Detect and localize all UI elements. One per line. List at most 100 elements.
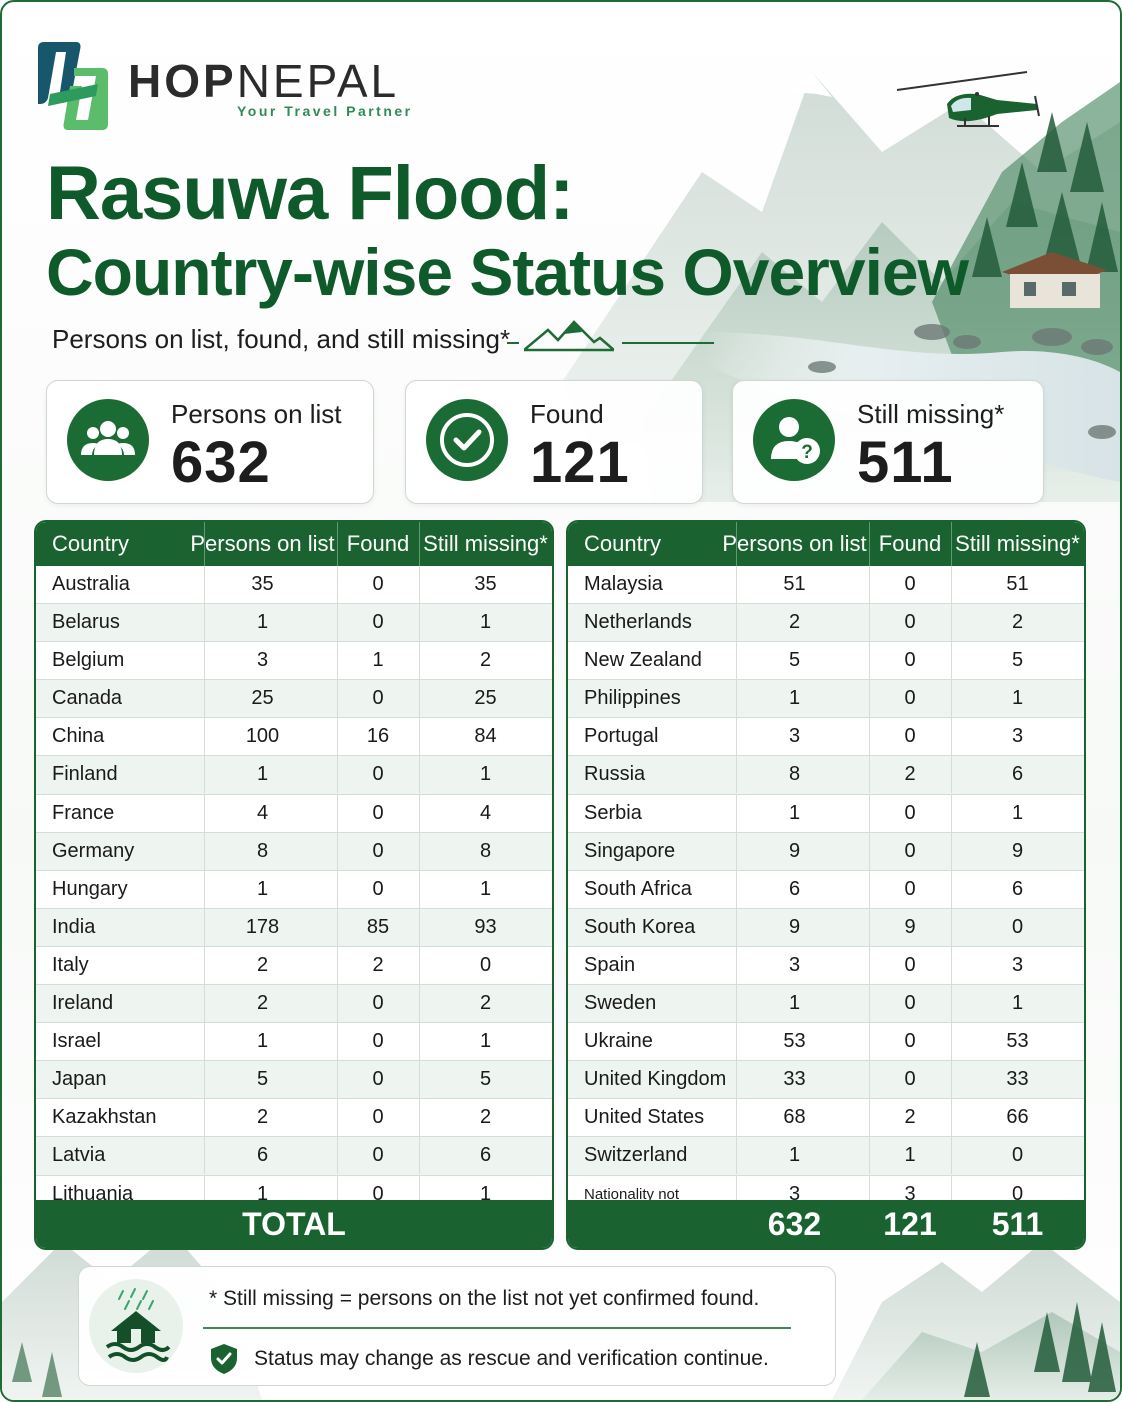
cell-found: 0 [337,794,420,832]
cell-missing: 1 [1011,801,1024,824]
header-country: Country [568,522,737,566]
table-row: Latvia 6 0 6 [36,1137,552,1176]
cell-found: 0 [869,870,952,908]
cell-country: Australia [36,566,205,603]
cell-persons: 6 [720,870,870,908]
subtitle-dash [507,342,519,344]
svg-text:?: ? [801,442,813,463]
table-row: India 178 85 93 [36,908,552,947]
cell-found: 0 [869,604,952,642]
header-found: Found [337,522,420,566]
cell-missing: 3 [1011,725,1024,748]
cell-found: 0 [869,1023,952,1061]
flood-house-icon [89,1279,183,1373]
shield-check-icon [211,1344,237,1374]
table-row: Ireland 2 0 2 [36,985,552,1024]
helicopter-illustration [896,71,1040,127]
cell-country: Latvia [36,1137,205,1175]
table-row: Israel 1 0 1 [36,1023,552,1062]
total-missing: 511 [991,1206,1044,1242]
header-missing: Still missing* [423,531,548,556]
cell-persons: 1 [720,1137,870,1175]
table-row: United States 68 2 66 [568,1099,1084,1138]
cell-persons: 5 [188,1061,338,1099]
page-subtitle: Persons on list, found, and still missin… [52,324,511,354]
cell-country: Belgium [36,642,205,680]
table-row: Kazakhstan 2 0 2 [36,1099,552,1138]
cell-persons: 2 [188,946,338,984]
subtitle-line [622,342,714,344]
cell-missing: 33 [1006,1068,1029,1091]
page-title-line2: Country-wise Status Overview [46,235,969,309]
cell-found: 0 [869,680,952,718]
card-still-missing: ? Still missing* 511 [732,380,1044,504]
table-body: Australia 35 0 35 Belarus 1 0 1 Belgium 3 1 2 Canada… [36,566,552,1214]
cell-found: 0 [869,946,952,984]
cell-persons: 1 [188,756,338,794]
cell-missing: 1 [1011,992,1024,1015]
person-question-icon: ? [753,399,835,481]
table-row: New Zealand 5 0 5 [568,642,1084,681]
cell-missing: 66 [1006,1106,1029,1129]
cell-country: Italy [36,946,205,984]
card-label: Still missing* [857,399,1005,429]
cell-country: China [36,718,205,756]
cell-persons: 2 [720,604,870,642]
table-row: Malaysia 51 0 51 [568,566,1084,605]
cell-persons: 1 [720,794,870,832]
cell-found: 0 [337,566,420,603]
table-row: Ukraine 53 0 53 [568,1023,1084,1062]
cell-persons: 4 [188,794,338,832]
cell-found: 0 [337,680,420,718]
table-row: Serbia 1 0 1 [568,794,1084,833]
cell-country: Belarus [36,604,205,642]
footnote-divider [203,1327,791,1329]
cell-persons: 100 [188,718,338,756]
cell-found: 0 [869,985,952,1023]
cell-country: Japan [36,1061,205,1099]
cell-country: Netherlands [568,604,737,642]
cell-country: India [36,908,205,946]
cell-found: 2 [869,1099,952,1137]
footnote-definition: * Still missing = persons on the list no… [209,1287,760,1310]
table-row: France 4 0 4 [36,794,552,833]
table-row: Belarus 1 0 1 [36,604,552,643]
cell-persons: 3 [720,946,870,984]
country-table-right: Country Persons on list Found Still miss… [566,520,1086,1250]
table-row: United Kingdom 33 0 33 [568,1061,1084,1100]
table-total-row: 632 121 511 [568,1200,1084,1248]
cell-missing: 1 [479,1030,492,1053]
table-row: Belgium 3 1 2 [36,642,552,681]
cell-persons: 2 [188,1099,338,1137]
header-persons: Persons on list [720,522,870,566]
table-row: China 100 16 84 [36,718,552,757]
mountain-divider-icon [524,320,614,352]
cell-country: United States [568,1099,737,1137]
table-row: Italy 2 2 0 [36,946,552,986]
footnote-status: Status may change as rescue and verifica… [254,1347,769,1370]
cell-country: Switzerland [568,1137,737,1175]
cell-country: Sweden [568,985,737,1023]
cell-persons: 3 [720,718,870,756]
cell-missing: 93 [474,915,497,938]
cell-missing: 2 [479,992,492,1015]
cell-found: 2 [869,756,952,794]
cell-missing: 0 [1011,1144,1024,1167]
cell-persons: 51 [720,566,870,603]
card-value: 511 [857,430,954,495]
cell-missing: 84 [474,725,497,748]
cell-found: 0 [337,604,420,642]
table-row: Hungary 1 0 1 [36,870,552,909]
page-title-line1: Rasuwa Flood: [46,151,574,236]
table-row: Philippines 1 0 1 [568,680,1084,719]
table-row: Portugal 3 0 3 [568,718,1084,757]
cell-persons: 68 [720,1099,870,1137]
cell-country: Portugal [568,718,737,756]
cell-country: Singapore [568,832,737,870]
cell-persons: 3 [188,642,338,680]
table-row: Switzerland 1 1 0 [568,1137,1084,1176]
cell-country: Ireland [36,985,205,1023]
cell-persons: 9 [720,832,870,870]
group-icon [67,399,149,481]
cell-found: 0 [869,642,952,680]
